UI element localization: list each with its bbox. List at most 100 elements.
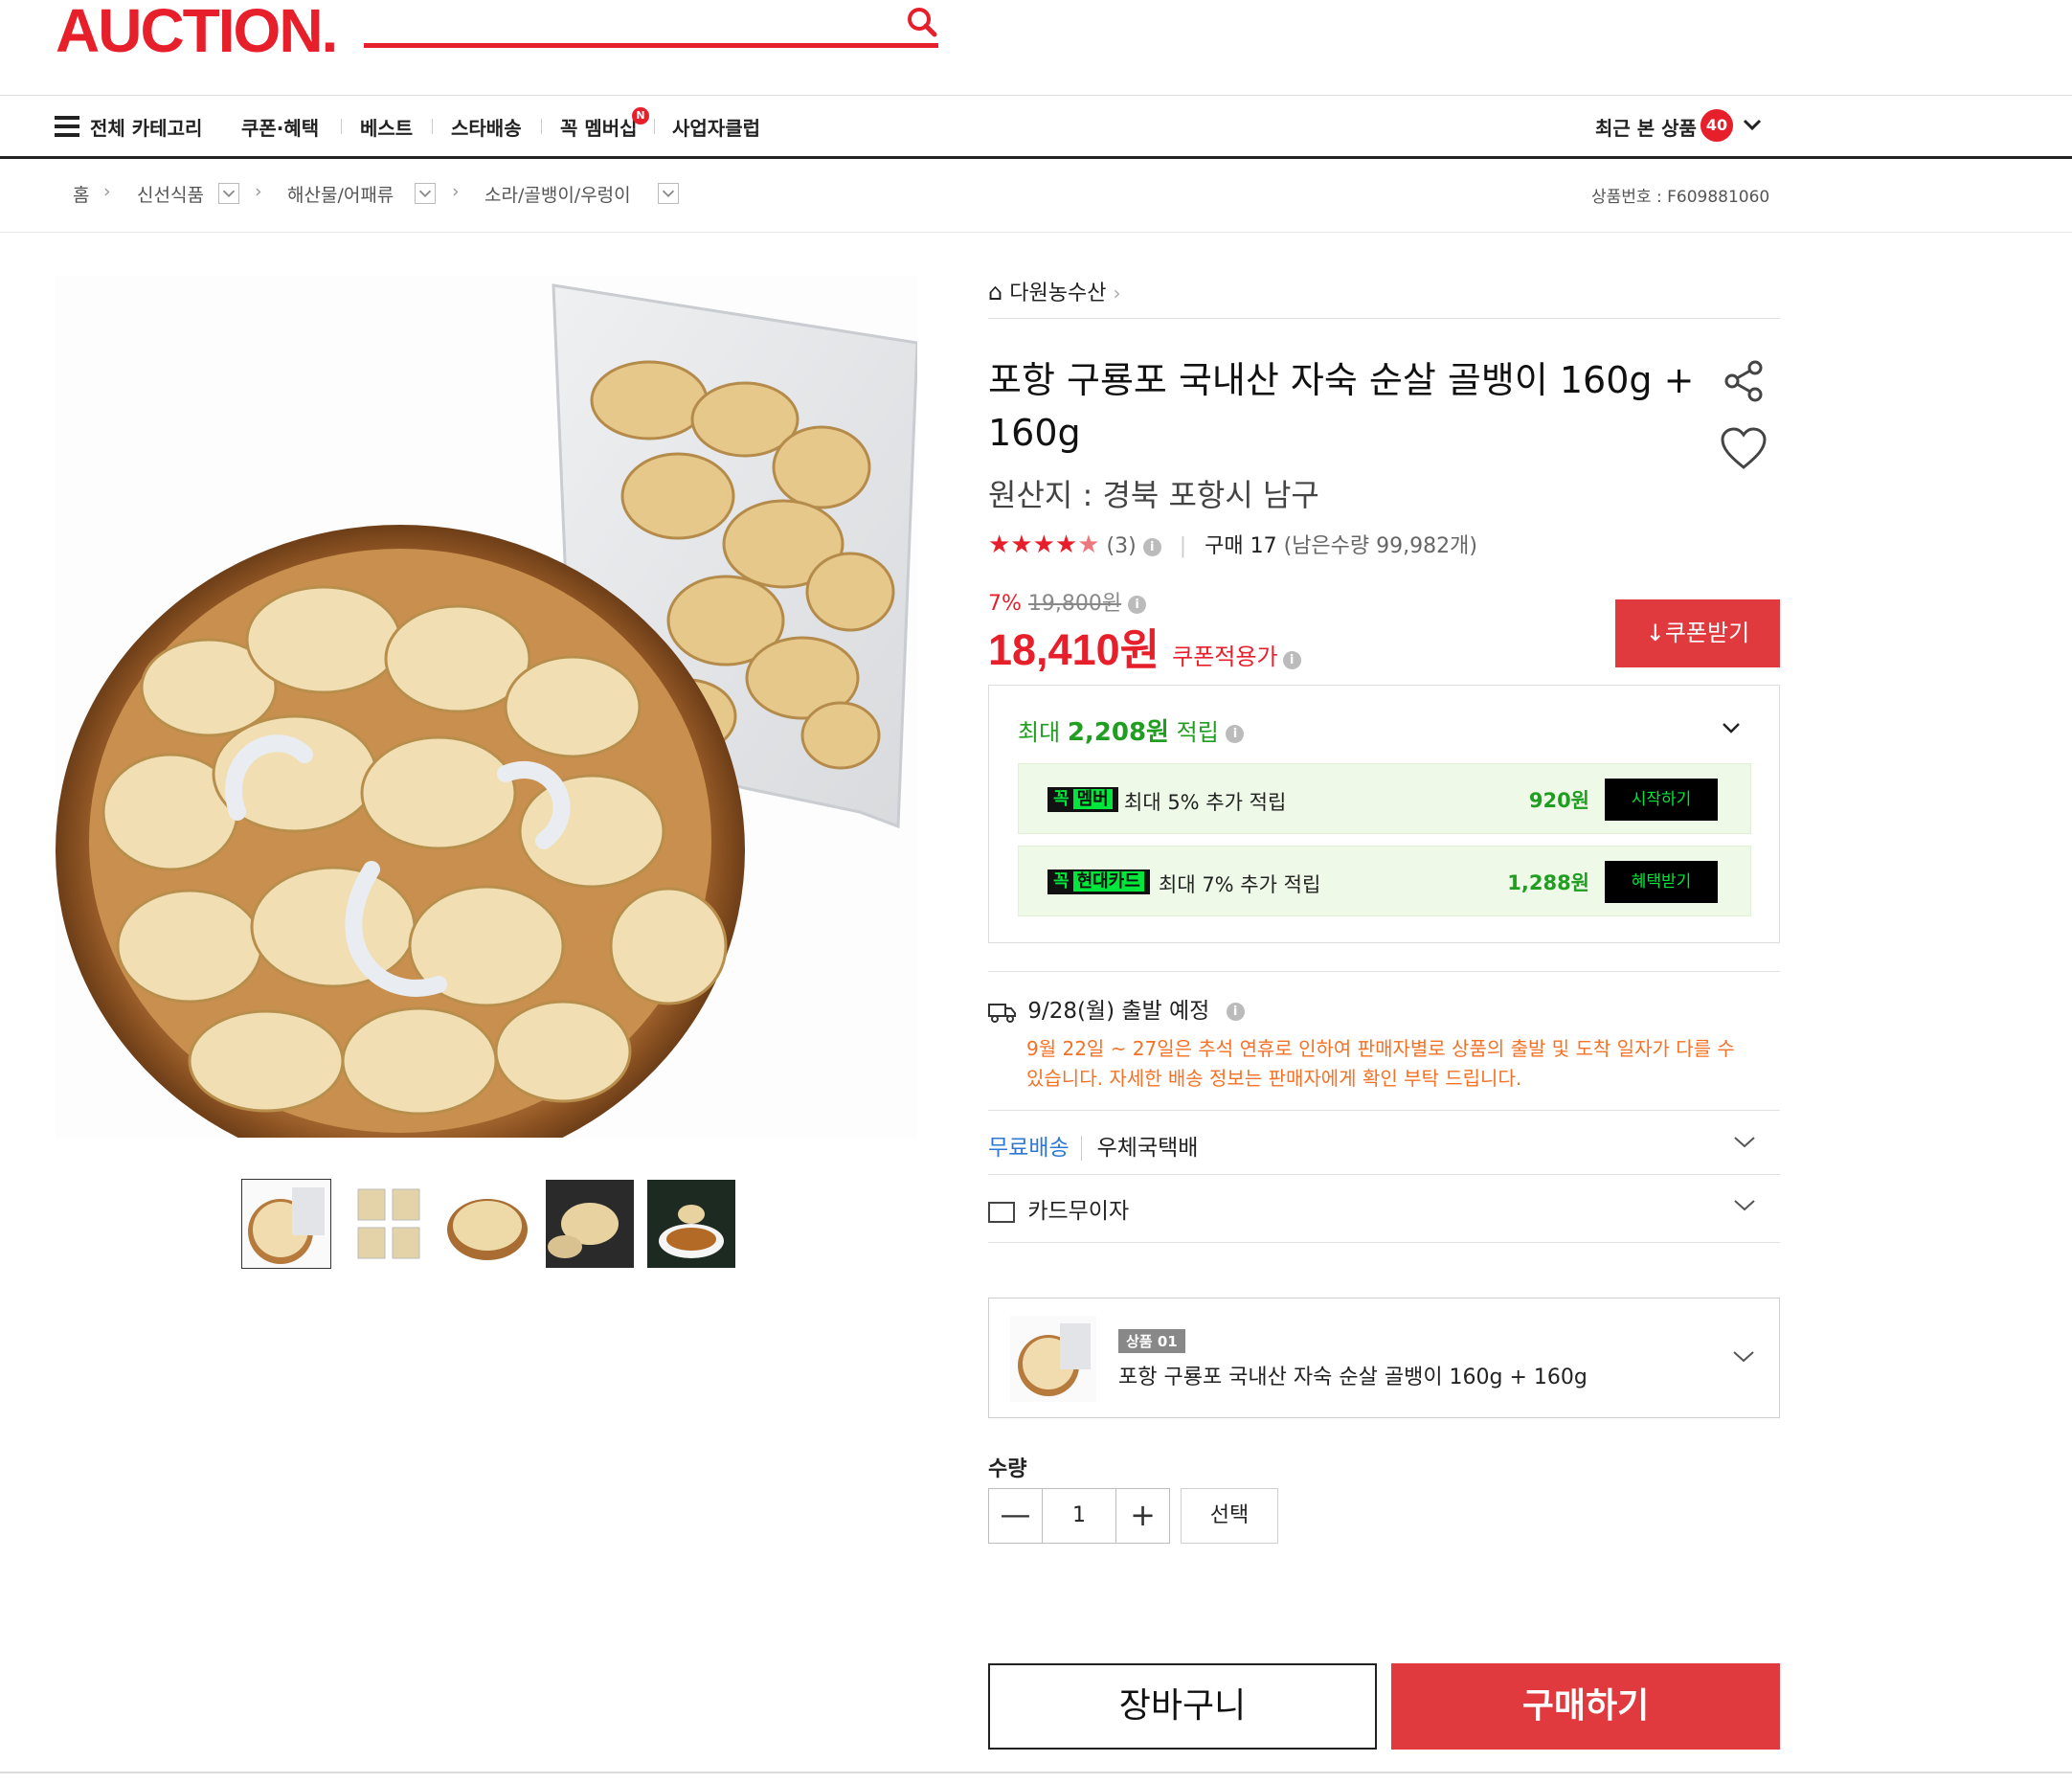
card-installment-label: 카드무이자 — [1027, 1199, 1130, 1224]
chevron-right-icon: › — [103, 181, 111, 202]
chevron-right-icon: › — [255, 181, 262, 202]
chevron-down-icon[interactable] — [658, 183, 679, 204]
reward-row-text: 최대 5% 추가 적립 — [1124, 791, 1287, 814]
product-number: 상품번호 : F609881060 — [1591, 188, 1770, 207]
info-icon[interactable]: i — [1282, 651, 1301, 669]
discount-row: 7% 19,800원 i — [988, 586, 1147, 617]
nav-star-delivery[interactable]: 스타배송 — [451, 113, 522, 141]
add-to-cart-button[interactable]: 장바구니 — [988, 1663, 1377, 1750]
separator: | — [1179, 534, 1187, 558]
chevron-down-icon[interactable] — [1720, 716, 1743, 739]
kkok-member-badge: 꼭 멤버 — [1047, 787, 1118, 812]
product-title: 포항 구룡포 국내산 자숙 순살 골뱅이 160g + 160g — [988, 359, 1695, 454]
quantity-stepper: — 1 + — [988, 1488, 1170, 1544]
shipping-notice: 9월 22일 ~ 27일은 추석 연휴로 인하여 판매자별로 상품의 출발 및 … — [1026, 1037, 1735, 1090]
breadcrumb-home[interactable]: 홈 — [73, 181, 89, 207]
chevron-down-icon[interactable] — [218, 183, 239, 204]
nav-coupon[interactable]: 쿠폰·혜택 — [241, 113, 319, 141]
coupon-button-label: 쿠폰받기 — [1664, 620, 1750, 646]
chevron-down-icon[interactable] — [1731, 1128, 1758, 1155]
product-thumbnail[interactable] — [647, 1180, 735, 1268]
product-thumbnail[interactable] — [443, 1180, 531, 1268]
reward-box: 최대 2,208원 적립 i 꼭 멤버 최대 5% 추가 적립 920원 시작하기… — [988, 685, 1780, 943]
reward-row-amount: 920원 — [1528, 789, 1589, 812]
badge-label: 멤버 — [1072, 789, 1113, 809]
option-tag: 상품 01 — [1118, 1329, 1185, 1353]
badge-prefix: 꼭 — [1053, 871, 1070, 892]
product-main-image[interactable] — [56, 276, 917, 1138]
seller-name: 다원농수산 — [1009, 282, 1107, 305]
option-selector[interactable]: 상품 01 포항 구룡포 국내산 자숙 순살 골뱅이 160g + 160g — [988, 1298, 1780, 1418]
rating-row: ★★★★★ (3) i | 구매 17 (남은수량 99,982개) — [988, 529, 1477, 559]
nav-best[interactable]: 베스트 — [360, 113, 413, 141]
shipping-date-row: 9/28(월) 출발 예정 i — [988, 992, 1245, 1025]
divider — [988, 1110, 1780, 1111]
breadcrumb-seafood[interactable]: 해산물/어패류 — [287, 181, 394, 207]
nav-separator — [541, 119, 542, 134]
share-icon[interactable] — [1721, 358, 1767, 404]
nav-separator — [432, 119, 433, 134]
nav-membership[interactable]: 꼭 멤버십 — [560, 113, 638, 141]
nav-all-categories[interactable]: 전체 카테고리 — [90, 113, 202, 141]
coupon-button[interactable]: ↓쿠폰받기 — [1615, 599, 1780, 667]
info-icon[interactable]: i — [1142, 537, 1161, 556]
info-icon[interactable]: i — [1226, 1003, 1245, 1021]
reward-row-amount: 1,288원 — [1507, 871, 1589, 894]
option-name: 포항 구룡포 국내산 자숙 순살 골뱅이 160g + 160g — [1118, 1366, 1588, 1389]
badge-prefix: 꼭 — [1053, 789, 1070, 809]
reward-row-card: 꼭 현대카드 최대 7% 추가 적립 1,288원 혜택받기 — [1018, 846, 1751, 916]
discount-rate: 7% — [988, 592, 1022, 616]
nav-business-club[interactable]: 사업자클럽 — [672, 113, 760, 141]
reward-suffix: 적립 — [1176, 719, 1219, 746]
page-bottom-divider — [0, 1772, 2072, 1773]
price-row: 18,410원 쿠폰적용가 i — [988, 615, 1301, 677]
benefit-button[interactable]: 혜택받기 — [1605, 861, 1718, 903]
heart-icon[interactable] — [1720, 427, 1768, 471]
recent-products[interactable]: 최근 본 상품 — [1595, 113, 1697, 141]
shipping-date: 9/28(월) 출발 예정 — [1027, 999, 1210, 1024]
product-thumbnail[interactable] — [241, 1179, 331, 1269]
sale-price: 18,410원 — [988, 625, 1160, 674]
reward-amount: 2,208원 — [1067, 718, 1169, 747]
search-input[interactable] — [364, 43, 938, 48]
breadcrumb-fresh-food[interactable]: 신선식품 — [137, 181, 204, 207]
chevron-down-icon[interactable] — [415, 183, 436, 204]
original-price: 19,800원 — [1027, 592, 1122, 616]
chevron-right-icon: › — [1113, 282, 1121, 305]
delivery-row[interactable]: 무료배송 우체국택배 — [988, 1129, 1199, 1162]
chevron-down-icon[interactable] — [1741, 113, 1764, 136]
info-icon[interactable]: i — [1128, 595, 1147, 614]
review-count[interactable]: (3) — [1107, 534, 1137, 558]
increase-button[interactable]: + — [1115, 1489, 1169, 1543]
nav-separator — [654, 119, 655, 134]
quantity-label: 수량 — [988, 1457, 1027, 1481]
product-thumbnail[interactable] — [546, 1180, 634, 1268]
divider — [988, 1174, 1780, 1175]
origin-text: 원산지 : 경북 포항시 남구 — [988, 477, 1319, 513]
reward-row-member: 꼭 멤버 최대 5% 추가 적립 920원 시작하기 — [1018, 763, 1751, 834]
search-icon[interactable] — [906, 6, 938, 38]
option-thumbnail — [1010, 1316, 1096, 1402]
seller-link[interactable]: ⌂ 다원농수산 › — [988, 276, 1120, 306]
auction-logo[interactable]: AUCTION. — [56, 0, 338, 61]
recent-count-badge: 40 — [1700, 109, 1733, 142]
nav-separator — [341, 119, 342, 134]
menu-icon[interactable] — [55, 116, 79, 137]
decrease-button[interactable]: — — [989, 1489, 1043, 1543]
quantity-input[interactable]: 1 — [1043, 1489, 1115, 1543]
info-icon[interactable]: i — [1226, 724, 1245, 743]
carrier-label: 우체국택배 — [1080, 1136, 1199, 1161]
chevron-down-icon[interactable] — [1731, 1191, 1758, 1218]
breadcrumb-whelk[interactable]: 소라/골뱅이/우렁이 — [484, 181, 631, 207]
reward-prefix: 최대 — [1018, 719, 1061, 746]
start-button[interactable]: 시작하기 — [1605, 779, 1718, 821]
chevron-right-icon: › — [452, 181, 460, 202]
select-button[interactable]: 선택 — [1181, 1488, 1278, 1544]
chevron-down-icon[interactable] — [1730, 1343, 1757, 1369]
buy-now-button[interactable]: 구매하기 — [1391, 1663, 1780, 1750]
card-installment-row[interactable]: 카드무이자 — [988, 1192, 1129, 1225]
reward-title[interactable]: 최대 2,208원 적립 i — [1018, 712, 1245, 748]
new-badge: N — [632, 107, 649, 124]
product-thumbnail[interactable] — [345, 1180, 433, 1268]
stock-count: (남은수량 99,982개) — [1283, 534, 1477, 558]
